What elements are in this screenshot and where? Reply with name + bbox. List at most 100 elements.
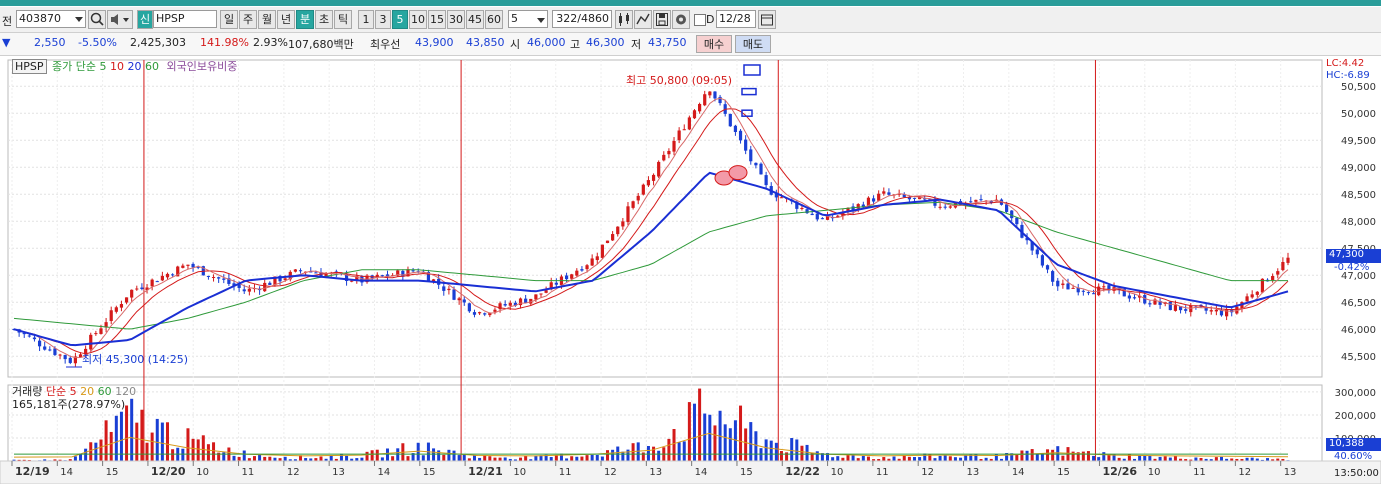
sell-button[interactable]: 매도 (735, 35, 771, 53)
interval-1-button[interactable]: 1 (358, 10, 374, 29)
candle-body (626, 206, 630, 223)
candle-body (58, 354, 62, 356)
candle-body (938, 206, 942, 208)
volume-value: 2,425,303 (130, 36, 186, 49)
candle-body (738, 130, 743, 141)
time-tick-label: 13 (332, 467, 345, 478)
lc-label: LC:4.42 (1326, 58, 1365, 69)
time-tick-label: 12/26 (1102, 465, 1137, 478)
chart-area[interactable]: 50,50050,00049,50049,00048,50048,00047,5… (0, 55, 1381, 484)
time-tick-label: 14 (1012, 467, 1025, 478)
candle-type-icon[interactable] (615, 10, 633, 29)
period-day-button[interactable]: 일 (220, 10, 238, 29)
candle-body (191, 263, 195, 268)
period-week-button[interactable]: 주 (239, 10, 257, 29)
time-tick-label: 10 (1148, 467, 1161, 478)
count-dropdown-icon[interactable] (534, 11, 548, 31)
candle-body (969, 201, 973, 203)
candle-body (27, 335, 31, 337)
price-tick-label: 50,000 (1341, 109, 1376, 120)
volume-bar (432, 448, 436, 461)
volume-bar (1025, 450, 1029, 461)
time-tick-label: 15 (740, 467, 753, 478)
time-tick-label: 11 (1193, 467, 1206, 478)
code-dropdown-icon[interactable] (72, 10, 86, 29)
interval-3-button[interactable]: 3 (375, 10, 391, 29)
buy-button[interactable]: 매수 (696, 35, 732, 53)
candle-body (89, 334, 93, 350)
interval-45-button[interactable]: 45 (466, 10, 484, 29)
candle-body (948, 206, 952, 208)
interval-15-button[interactable]: 15 (428, 10, 446, 29)
interval-30-button[interactable]: 30 (447, 10, 465, 29)
period-tick-button[interactable]: 틱 (334, 10, 352, 29)
candle-body (447, 288, 451, 291)
volume-bar (406, 456, 410, 461)
interval-5-button[interactable]: 5 (392, 10, 408, 29)
candle-body (1148, 303, 1152, 305)
candle-body (467, 303, 471, 312)
candle-body (651, 174, 656, 181)
candle-body (810, 213, 814, 216)
volume-bar (769, 440, 773, 461)
candle-body (600, 244, 604, 258)
candle-body (1168, 301, 1172, 311)
volume-bar (130, 398, 134, 461)
candle-body (1040, 255, 1045, 266)
moving-average-lines (13, 97, 1289, 359)
candle-body (130, 289, 134, 298)
candle-body (912, 197, 917, 199)
interval-60-button[interactable]: 60 (485, 10, 503, 29)
candle-body (140, 287, 144, 290)
save-icon[interactable] (653, 10, 671, 29)
time-tick-label: 14 (60, 467, 73, 478)
interval-10-button[interactable]: 10 (409, 10, 427, 29)
line-tool-icon[interactable] (634, 10, 652, 29)
volume-bar (140, 409, 144, 461)
candle-body (124, 297, 129, 303)
sound-icon[interactable] (107, 10, 133, 29)
gear-icon[interactable] (672, 10, 690, 29)
candle-body (68, 357, 72, 363)
candle-body (820, 218, 825, 220)
candle-body (48, 349, 52, 351)
volume-bar (472, 455, 476, 461)
period-month-button[interactable]: 월 (258, 10, 276, 29)
calendar-icon[interactable] (758, 10, 776, 29)
volume-bar (242, 450, 246, 461)
candle-body (114, 307, 118, 312)
candle-body (135, 288, 139, 290)
candle-body (728, 113, 732, 127)
candle-body (298, 270, 303, 272)
date-field[interactable]: 12/28 (716, 10, 756, 28)
period-minute-button[interactable]: 분 (296, 10, 314, 29)
period-year-button[interactable]: 년 (277, 10, 295, 29)
volume-bar (186, 428, 190, 461)
foreign-ratio-label: 외국인보유비중 (166, 60, 238, 73)
candle-body (1004, 204, 1009, 212)
candle-body (217, 277, 221, 279)
candle-body (155, 281, 159, 283)
candle-body (1015, 217, 1019, 225)
volume-bar (907, 456, 911, 461)
d-checkbox[interactable] (694, 14, 706, 26)
time-tick-label: 12/22 (785, 465, 820, 478)
volume-bar (1138, 455, 1142, 461)
volume-bar (728, 428, 732, 461)
volume-bar (452, 450, 456, 461)
min-annotation: 최저 45,300 (14:25) (82, 353, 189, 366)
candle-body (662, 154, 666, 161)
time-tick-label: 10 (513, 467, 526, 478)
time-tick-label: 13 (649, 467, 662, 478)
search-icon[interactable] (88, 10, 106, 29)
candle-body (672, 140, 676, 152)
stock-name-field[interactable]: HPSP (153, 10, 217, 28)
time-tick-label: 15 (423, 467, 436, 478)
max-marker-box (743, 64, 761, 76)
candle-body (943, 206, 947, 208)
volume-bar (1030, 449, 1034, 461)
period-second-button[interactable]: 초 (315, 10, 333, 29)
candle-body (815, 213, 819, 220)
candle-body (636, 195, 640, 201)
candle-body (63, 355, 67, 360)
